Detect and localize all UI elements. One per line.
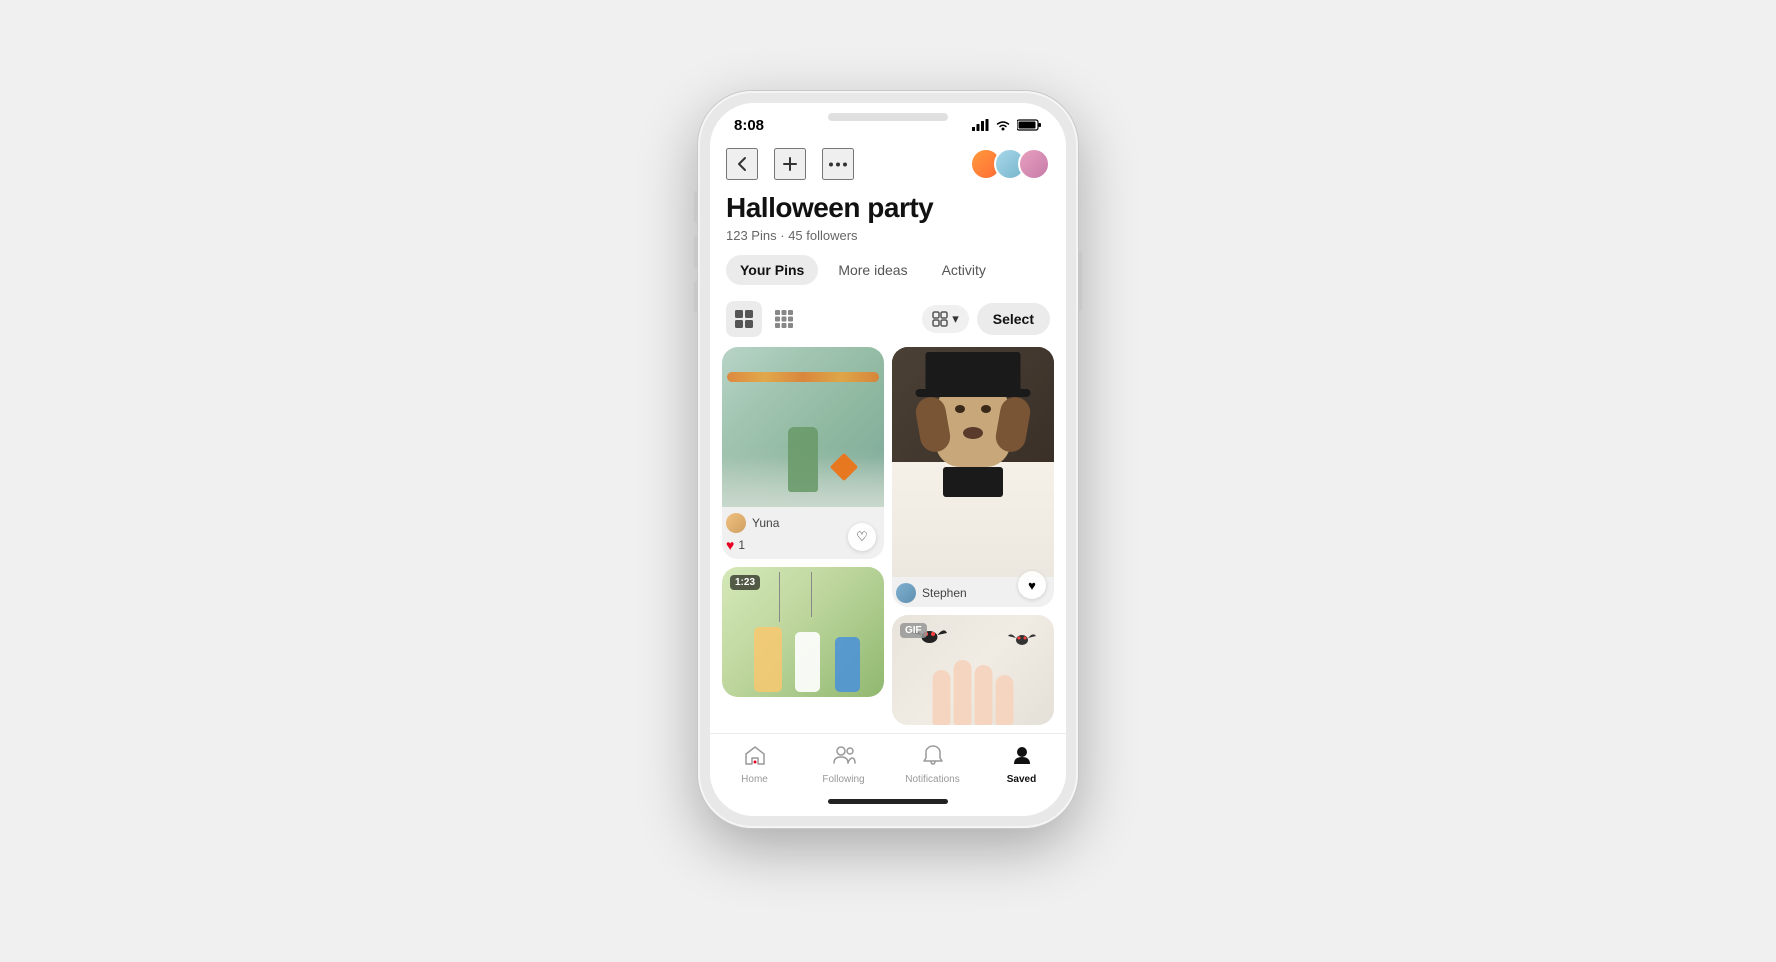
toolbar: ▾ Select (710, 297, 1066, 347)
bottom-nav: Home Following (710, 733, 1066, 791)
avatar-3[interactable] (1018, 148, 1050, 180)
home-indicator (710, 791, 1066, 816)
notifications-label: Notifications (905, 774, 959, 785)
add-button[interactable] (774, 148, 806, 180)
pin-card-2[interactable]: ♥ Stephen (892, 347, 1054, 607)
meta-separator: · (780, 228, 784, 243)
volume-down-button[interactable] (694, 236, 698, 268)
pin-1-avatar (726, 513, 746, 533)
view-large-button[interactable] (726, 301, 762, 337)
tab-more-ideas[interactable]: More ideas (824, 255, 921, 285)
nav-item-following[interactable]: Following (799, 744, 888, 785)
tab-activity[interactable]: Activity (928, 255, 1000, 285)
board-title: Halloween party (726, 192, 1050, 224)
sort-button[interactable]: ▾ (922, 305, 969, 333)
pin-3-video-badge: 1:23 (730, 575, 760, 590)
tab-your-pins[interactable]: Your Pins (726, 255, 818, 285)
home-icon (744, 744, 766, 772)
board-meta: 123 Pins · 45 followers (726, 228, 1050, 243)
pin-2-avatar (896, 583, 916, 603)
toolbar-right: ▾ Select (922, 303, 1050, 335)
following-icon (832, 744, 856, 772)
pin-1-heart-icon: ♥ (726, 537, 734, 553)
saved-label: Saved (1007, 774, 1036, 785)
home-label: Home (741, 774, 768, 785)
pin-image-2 (892, 347, 1054, 577)
pins-count: 123 Pins (726, 228, 777, 243)
top-nav (710, 140, 1066, 188)
pin-grid: ♡ Yuna ♥ 1 (710, 347, 1066, 725)
pin-2-heart-button[interactable]: ♥ (1018, 571, 1046, 599)
pin-1-heart-button[interactable]: ♡ (848, 523, 876, 551)
signal-icon (972, 118, 989, 134)
phone-screen: 8:08 (710, 103, 1066, 816)
status-bar: 8:08 (710, 103, 1066, 140)
back-button[interactable] (726, 148, 758, 180)
pin-1-like-count: 1 (738, 538, 745, 552)
app-content: Halloween party 123 Pins · 45 followers … (710, 140, 1066, 816)
following-label: Following (822, 774, 864, 785)
notch (828, 113, 948, 121)
pin-image-1 (722, 347, 884, 507)
tabs-container: Your Pins More ideas Activity (710, 255, 1066, 297)
nav-item-home[interactable]: Home (710, 744, 799, 785)
nav-avatars (970, 148, 1050, 180)
pin-card-3[interactable]: 1:23 (722, 567, 884, 697)
power-button[interactable] (1078, 251, 1082, 311)
view-toggles (726, 301, 802, 337)
pin-1-user-name: Yuna (752, 516, 779, 530)
wifi-icon (995, 118, 1011, 134)
home-bar (828, 799, 948, 804)
board-header: Halloween party 123 Pins · 45 followers (710, 188, 1066, 255)
phone-frame: 8:08 (698, 91, 1078, 828)
nav-item-saved[interactable]: Saved (977, 744, 1066, 785)
followers-count: 45 followers (788, 228, 857, 243)
silent-button[interactable] (694, 281, 698, 313)
saved-icon (1012, 744, 1032, 772)
nav-item-notifications[interactable]: Notifications (888, 744, 977, 785)
more-options-button[interactable] (822, 148, 854, 180)
notifications-icon (923, 744, 943, 772)
pin-card-4[interactable]: GIF (892, 615, 1054, 725)
pin-4-gif-badge: GIF (900, 623, 927, 638)
status-icons (972, 118, 1042, 134)
view-small-button[interactable] (766, 301, 802, 337)
pin-2-user-name: Stephen (922, 586, 967, 600)
battery-icon (1017, 118, 1042, 134)
volume-up-button[interactable] (694, 191, 698, 223)
nav-left (726, 148, 854, 180)
chevron-down-icon: ▾ (952, 311, 959, 327)
select-button[interactable]: Select (977, 303, 1050, 335)
status-time: 8:08 (734, 117, 764, 134)
pin-card-1[interactable]: ♡ Yuna ♥ 1 (722, 347, 884, 559)
